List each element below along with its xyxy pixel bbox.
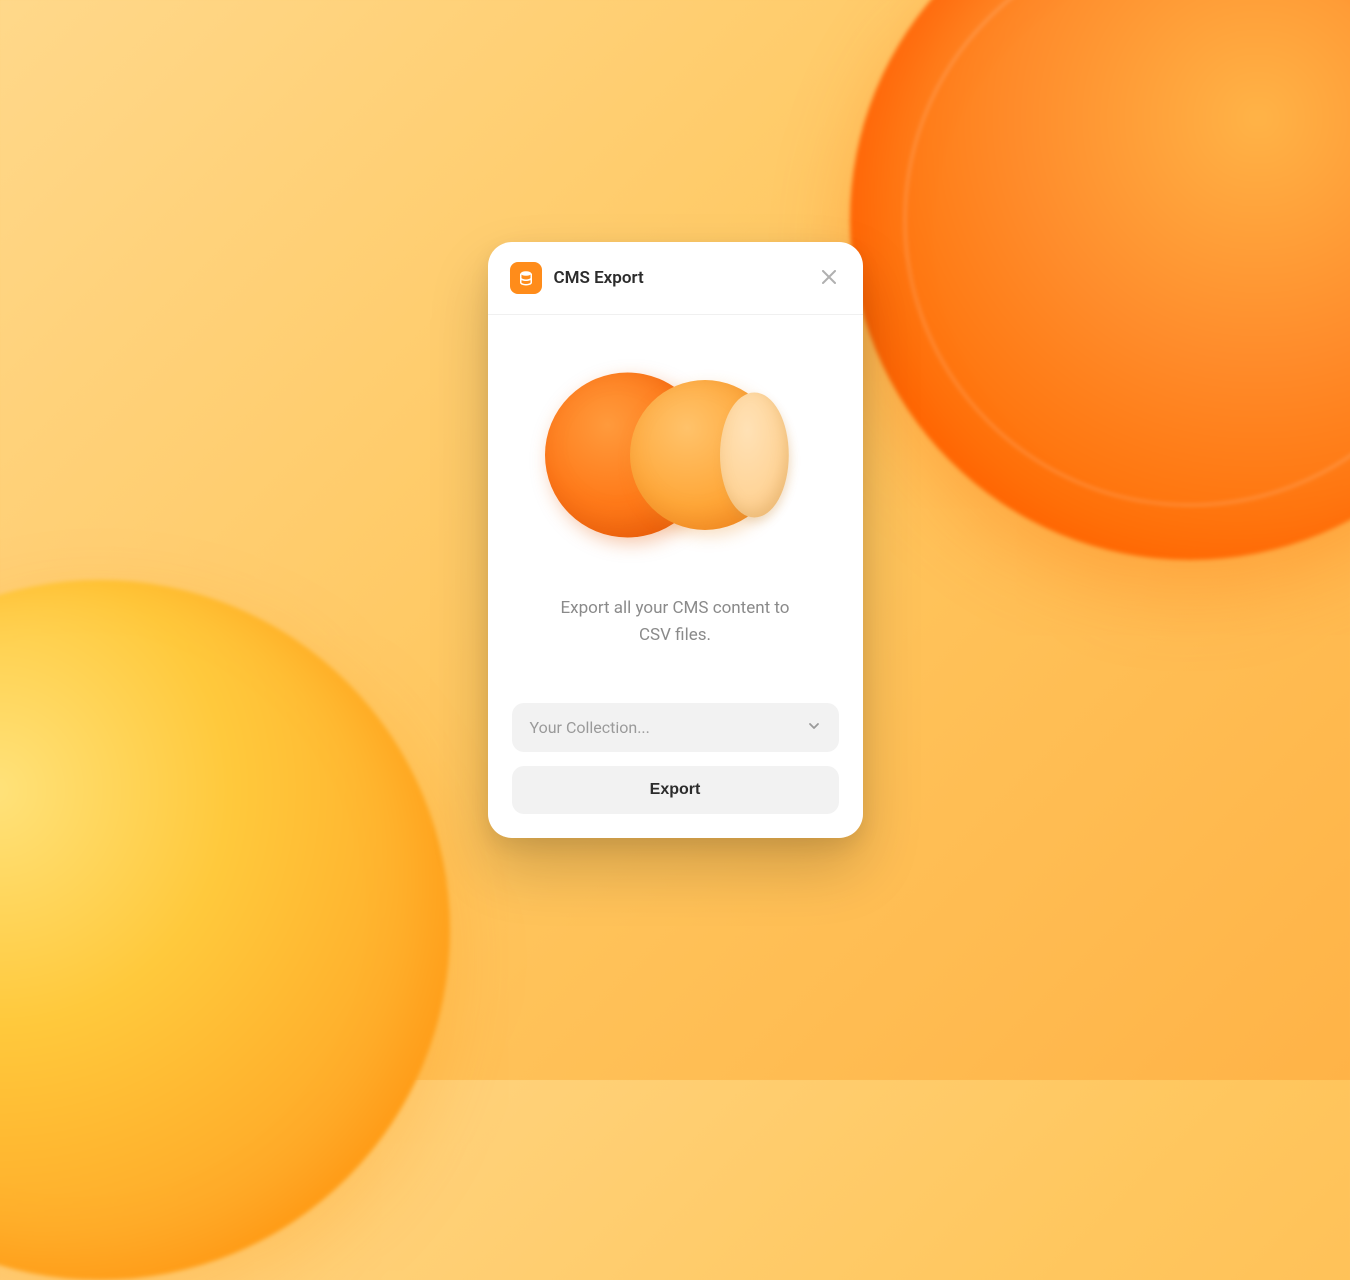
card-title: CMS Export (554, 268, 805, 288)
coin-front (720, 393, 789, 518)
export-button[interactable]: Export (512, 766, 839, 814)
card-body: Export all your CMS content to CSV files… (488, 315, 863, 838)
description-text: Export all your CMS content to CSV files… (560, 595, 790, 648)
coins-illustration (535, 355, 815, 555)
database-icon (510, 262, 542, 294)
background-disc-right (850, 0, 1350, 560)
chevron-down-icon (807, 718, 821, 737)
export-button-label: Export (650, 781, 701, 798)
background-disc-left (0, 580, 450, 1280)
cms-export-card: CMS Export Export all your CMS content t… (488, 242, 863, 838)
collection-select[interactable]: Your Collection... (512, 703, 839, 752)
close-button[interactable] (817, 266, 841, 290)
close-icon (822, 268, 836, 289)
select-placeholder: Your Collection... (530, 718, 650, 737)
card-header: CMS Export (488, 242, 863, 315)
